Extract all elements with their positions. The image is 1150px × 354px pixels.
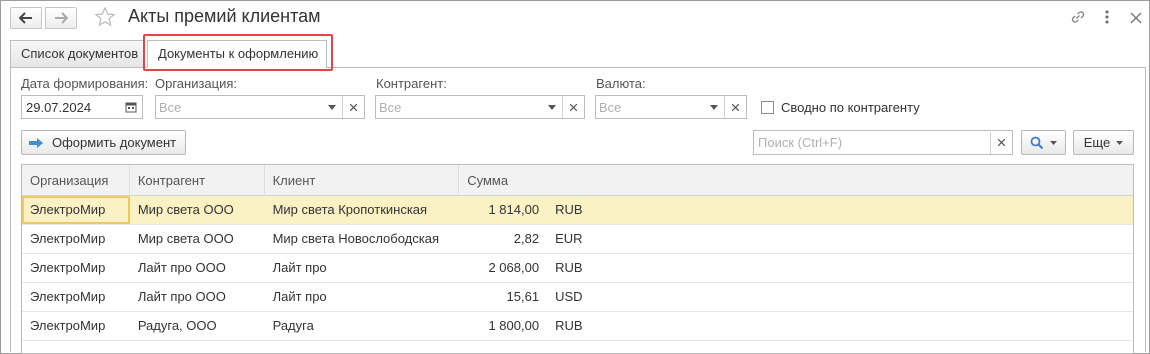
summary-by-counterparty-label: Сводно по контрагенту <box>781 100 920 115</box>
chevron-down-icon <box>1116 140 1124 145</box>
documents-table[interactable]: Организация Контрагент Клиент Сумма Элек… <box>21 164 1134 354</box>
counterparty-clear-button[interactable] <box>562 96 584 118</box>
table-row[interactable]: ЭлектроМир Лайт про ООО Лайт про 2 068,0… <box>22 254 1133 283</box>
cell-counterparty[interactable]: Лайт про ООО <box>130 283 265 311</box>
make-document-button[interactable]: Оформить документ <box>21 130 186 155</box>
cell-currency[interactable]: RUB <box>549 196 1133 224</box>
clear-icon <box>350 103 357 111</box>
clear-icon <box>570 103 577 111</box>
counterparty-label: Контрагент: <box>376 76 447 91</box>
cell-counterparty[interactable]: Радуга, ООО <box>130 312 265 340</box>
search-button[interactable] <box>1021 130 1066 155</box>
close-icon <box>1130 12 1142 24</box>
more-button[interactable]: Еще <box>1073 130 1134 155</box>
clear-icon <box>998 139 1005 146</box>
cell-organization[interactable]: ЭлектроМир <box>22 225 130 253</box>
cell-currency[interactable]: EUR <box>549 225 1133 253</box>
arrow-right-icon <box>29 137 43 148</box>
table-row[interactable]: ЭлектроМир Радуга, ООО Радуга 1 800,00 R… <box>22 312 1133 341</box>
search-icon <box>1030 136 1044 149</box>
cell-client[interactable]: Радуга <box>265 312 460 340</box>
arrow-right-icon <box>55 12 68 24</box>
cell-currency[interactable]: USD <box>549 283 1133 311</box>
column-header-sum[interactable]: Сумма <box>459 165 1133 196</box>
organization-clear-button[interactable] <box>342 96 364 118</box>
column-header-organization[interactable]: Организация <box>22 165 130 196</box>
organization-placeholder: Все <box>159 99 182 115</box>
column-header-counterparty[interactable]: Контрагент <box>130 165 265 196</box>
favorite-button[interactable] <box>94 6 116 31</box>
cell-organization[interactable]: ЭлектроМир <box>22 283 130 311</box>
cell-counterparty[interactable]: Лайт про ООО <box>130 254 265 282</box>
chevron-down-icon <box>548 104 556 110</box>
more-label: Еще <box>1083 135 1111 150</box>
currency-label: Валюта: <box>596 76 646 91</box>
cell-counterparty[interactable]: Мир света ООО <box>130 196 265 224</box>
table-row[interactable]: ЭлектроМир Мир света ООО Мир света Кропо… <box>22 196 1133 225</box>
organization-field[interactable]: Все <box>155 95 365 119</box>
close-button[interactable] <box>1128 8 1144 29</box>
counterparty-field[interactable]: Все <box>375 95 585 119</box>
counterparty-placeholder: Все <box>379 99 402 115</box>
counterparty-dropdown-button[interactable] <box>542 96 562 118</box>
calendar-icon <box>125 102 137 113</box>
currency-clear-button[interactable] <box>724 96 746 118</box>
more-actions-button[interactable] <box>1100 8 1114 29</box>
table-header: Организация Контрагент Клиент Сумма <box>22 165 1133 196</box>
cell-sum[interactable]: 2 068,00 <box>459 254 549 282</box>
cell-currency[interactable]: RUB <box>549 312 1133 340</box>
cell-client[interactable]: Лайт про <box>265 254 460 282</box>
page-title: Акты премий клиентам <box>128 6 321 26</box>
cell-organization[interactable]: ЭлектроМир <box>22 312 130 340</box>
chevron-down-icon <box>710 104 718 110</box>
search-input[interactable]: Поиск (Ctrl+F) <box>753 130 1013 155</box>
currency-dropdown-button[interactable] <box>704 96 724 118</box>
cell-client[interactable]: Мир света Кропоткинская <box>265 196 460 224</box>
cell-sum[interactable]: 2,82 <box>459 225 549 253</box>
table-row[interactable]: ЭлектроМир Мир света ООО Мир света Новос… <box>22 225 1133 254</box>
cell-sum[interactable]: 15,61 <box>459 283 549 311</box>
cell-organization[interactable]: ЭлектроМир <box>22 196 130 224</box>
table-row[interactable]: ЭлектроМир Лайт про ООО Лайт про 15,61 U… <box>22 283 1133 312</box>
clear-icon <box>732 103 739 111</box>
cell-sum[interactable]: 1 800,00 <box>459 312 549 340</box>
cell-organization[interactable]: ЭлектроМир <box>22 254 130 282</box>
organization-dropdown-button[interactable] <box>322 96 342 118</box>
date-field[interactable]: 29.07.2024 <box>21 95 143 119</box>
tab-document-list[interactable]: Список документов <box>10 40 144 67</box>
back-button[interactable] <box>10 7 42 29</box>
currency-field[interactable]: Все <box>595 95 747 119</box>
arrow-left-icon <box>19 12 32 24</box>
link-icon <box>1071 11 1085 23</box>
search-placeholder: Поиск (Ctrl+F) <box>758 135 843 150</box>
cell-client[interactable]: Лайт про <box>265 283 460 311</box>
forward-button[interactable] <box>45 7 77 29</box>
summary-by-counterparty-checkbox[interactable] <box>761 101 774 114</box>
column-header-client[interactable]: Клиент <box>265 165 460 196</box>
cell-currency[interactable]: RUB <box>549 254 1133 282</box>
date-value: 29.07.2024 <box>26 99 92 115</box>
currency-placeholder: Все <box>599 99 622 115</box>
make-document-label: Оформить документ <box>52 135 177 150</box>
star-icon <box>94 6 116 27</box>
cell-sum[interactable]: 1 814,00 <box>459 196 549 224</box>
cell-counterparty[interactable]: Мир света ООО <box>130 225 265 253</box>
more-vertical-icon <box>1105 10 1109 24</box>
cell-client[interactable]: Мир света Новослободская <box>265 225 460 253</box>
chevron-down-icon <box>1050 140 1057 145</box>
link-button[interactable] <box>1069 8 1087 29</box>
search-clear-button[interactable] <box>990 131 1012 154</box>
calendar-button[interactable] <box>120 96 142 118</box>
organization-label: Организация: <box>155 76 238 91</box>
chevron-down-icon <box>328 104 336 110</box>
tab-highlight-frame <box>143 34 333 71</box>
date-label: Дата формирования: <box>21 76 149 91</box>
